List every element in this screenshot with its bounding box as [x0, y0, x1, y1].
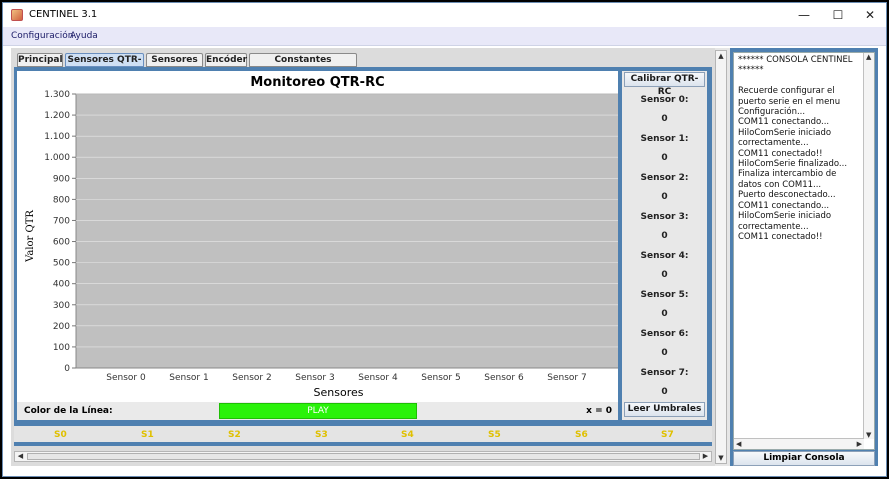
y-tick-label: 300	[53, 301, 70, 311]
chart-container: Monitoreo QTR-RC 0 100 200 300 400 500 600 700 8…	[17, 71, 618, 402]
sensor-column: Calibrar QTR-RC Sensor 0: 0 Sensor 1: 0 Sens…	[622, 71, 707, 420]
sensor-4-label: Sensor 4:	[640, 251, 689, 261]
line-color-label: Color de la Línea:	[24, 406, 113, 416]
calibrate-button[interactable]: Calibrar QTR-RC	[624, 72, 705, 97]
sensor-0-label: Sensor 0:	[640, 95, 689, 105]
x-readout: x = 0	[586, 406, 612, 416]
console-output[interactable]: ****** CONSOLA CENTINEL ****** Recuerde …	[733, 52, 875, 450]
x-tick-label: Sensor 4	[358, 373, 398, 383]
play-button[interactable]: PLAY	[219, 403, 417, 419]
menu-configuracion[interactable]: Configuración	[11, 31, 73, 41]
sensor-2-value: 0	[661, 192, 668, 202]
sensor-2-label: Sensor 2:	[640, 173, 689, 183]
sensor-5-value: 0	[661, 309, 668, 319]
x-axis-label: Sensores	[314, 386, 364, 399]
title-bar: CENTINEL 3.1 — ☐ ✕	[3, 3, 886, 27]
console-text: ****** CONSOLA CENTINEL ****** Recuerde …	[738, 55, 853, 242]
legend-s5: S5	[488, 430, 501, 440]
menu-bar: Configuración Ayuda	[3, 27, 886, 46]
sensor-legend: S0 S1 S2 S3 S4 S5 S6 S7	[14, 422, 712, 446]
left-panel: Principal Sensores QTR-RC Sensores IR En…	[11, 48, 715, 466]
horizontal-scroll-thumb[interactable]	[27, 453, 700, 460]
tab-sensores-ir[interactable]: Sensores IR	[146, 53, 203, 77]
scroll-down-icon[interactable]: ▼	[716, 453, 726, 463]
legend-s7: S7	[661, 430, 674, 440]
tab-principal[interactable]: Principal	[17, 53, 63, 67]
y-tick-label: 500	[53, 259, 70, 269]
x-tick-label: Sensor 0	[106, 373, 146, 383]
sensor-1-value: 0	[661, 153, 668, 163]
y-tick-label: 700	[53, 216, 70, 226]
app-logo-icon	[11, 9, 23, 21]
y-tick-label: 0	[64, 364, 70, 374]
y-tick-label: 1.100	[44, 132, 70, 142]
sensor-5-label: Sensor 5:	[640, 290, 689, 300]
y-tick-label: 100	[53, 343, 70, 353]
legend-s0: S0	[54, 430, 67, 440]
tab-constantes-controladores[interactable]: Constantes controladores	[249, 53, 357, 77]
main-content: Principal Sensores QTR-RC Sensores IR En…	[11, 48, 878, 466]
sensor-7-value: 0	[661, 387, 668, 397]
y-axis-label: Valor QTR	[25, 210, 36, 263]
plot-area	[75, 93, 618, 369]
tab-panel: Monitoreo QTR-RC 0 100 200 300 400 500 600 700 8…	[14, 67, 712, 422]
scroll-up-icon[interactable]: ▲	[716, 51, 726, 61]
legend-s2: S2	[228, 430, 241, 440]
menu-ayuda[interactable]: Ayuda	[70, 31, 98, 41]
console-scroll-left-icon[interactable]: ◀	[736, 440, 741, 448]
maximize-icon[interactable]: ☐	[823, 7, 853, 23]
sensor-3-label: Sensor 3:	[640, 212, 689, 222]
console-scroll-down-icon[interactable]: ▼	[866, 431, 871, 439]
sensor-3-value: 0	[661, 231, 668, 241]
console-scroll-up-icon[interactable]: ▲	[866, 53, 871, 61]
legend-s6: S6	[575, 430, 588, 440]
sensor-6-label: Sensor 6:	[640, 329, 689, 339]
sensor-4-value: 0	[661, 270, 668, 280]
x-tick-label: Sensor 5	[421, 373, 460, 383]
y-tick-label: 800	[53, 195, 70, 205]
x-tick-label: Sensor 6	[484, 373, 524, 383]
y-tick-label: 400	[53, 280, 70, 290]
legend-s4: S4	[401, 430, 414, 440]
sensor-0-value: 0	[661, 114, 668, 124]
sensor-7-label: Sensor 7:	[640, 368, 689, 378]
app-window: CENTINEL 3.1 — ☐ ✕ Configuración Ayuda P…	[2, 2, 887, 477]
tab-sensores-qtr-rc[interactable]: Sensores QTR-RC	[65, 53, 144, 77]
console-horizontal-scrollbar[interactable]: ◀ ▶	[734, 438, 864, 449]
legend-s1: S1	[141, 430, 154, 440]
y-tick-label: 1.200	[44, 111, 70, 121]
y-tick-label: 900	[53, 174, 70, 184]
scroll-right-icon[interactable]: ▶	[700, 452, 711, 461]
y-tick-label: 1.000	[44, 153, 70, 163]
tab-encoder[interactable]: Encóder	[205, 53, 247, 67]
x-tick-label: Sensor 2	[232, 373, 271, 383]
line-color-bar: Color de la Línea: PLAY x = 0	[17, 402, 618, 420]
console-panel: ****** CONSOLA CENTINEL ****** Recuerde …	[730, 48, 878, 466]
sensor-6-value: 0	[661, 348, 668, 358]
read-thresholds-button[interactable]: Leer Umbrales	[624, 402, 705, 417]
bar-chart: 0 100 200 300 400 500 600 700 800 900 1.000 1.100 1.…	[25, 90, 618, 399]
y-tick-label: 200	[53, 322, 70, 332]
x-tick-label: Sensor 3	[295, 373, 334, 383]
x-tick-label: Sensor 1	[169, 373, 208, 383]
x-tick-label: Sensor 7	[547, 373, 586, 383]
y-tick-label: 600	[53, 238, 70, 248]
vertical-scrollbar[interactable]: ▲ ▼	[715, 50, 727, 464]
y-tick-label: 1.300	[44, 90, 70, 100]
legend-s3: S3	[315, 430, 328, 440]
console-scroll-right-icon[interactable]: ▶	[857, 440, 862, 448]
sensor-1-label: Sensor 1:	[640, 134, 689, 144]
close-icon[interactable]: ✕	[855, 7, 885, 23]
minimize-icon[interactable]: —	[789, 7, 819, 23]
clear-console-button[interactable]: Limpiar Consola	[733, 451, 875, 466]
console-vertical-scrollbar[interactable]: ▲ ▼	[863, 53, 874, 439]
window-title: CENTINEL 3.1	[29, 9, 98, 20]
scroll-left-icon[interactable]: ◀	[15, 452, 26, 461]
horizontal-scrollbar[interactable]: ◀ ▶	[14, 451, 712, 462]
